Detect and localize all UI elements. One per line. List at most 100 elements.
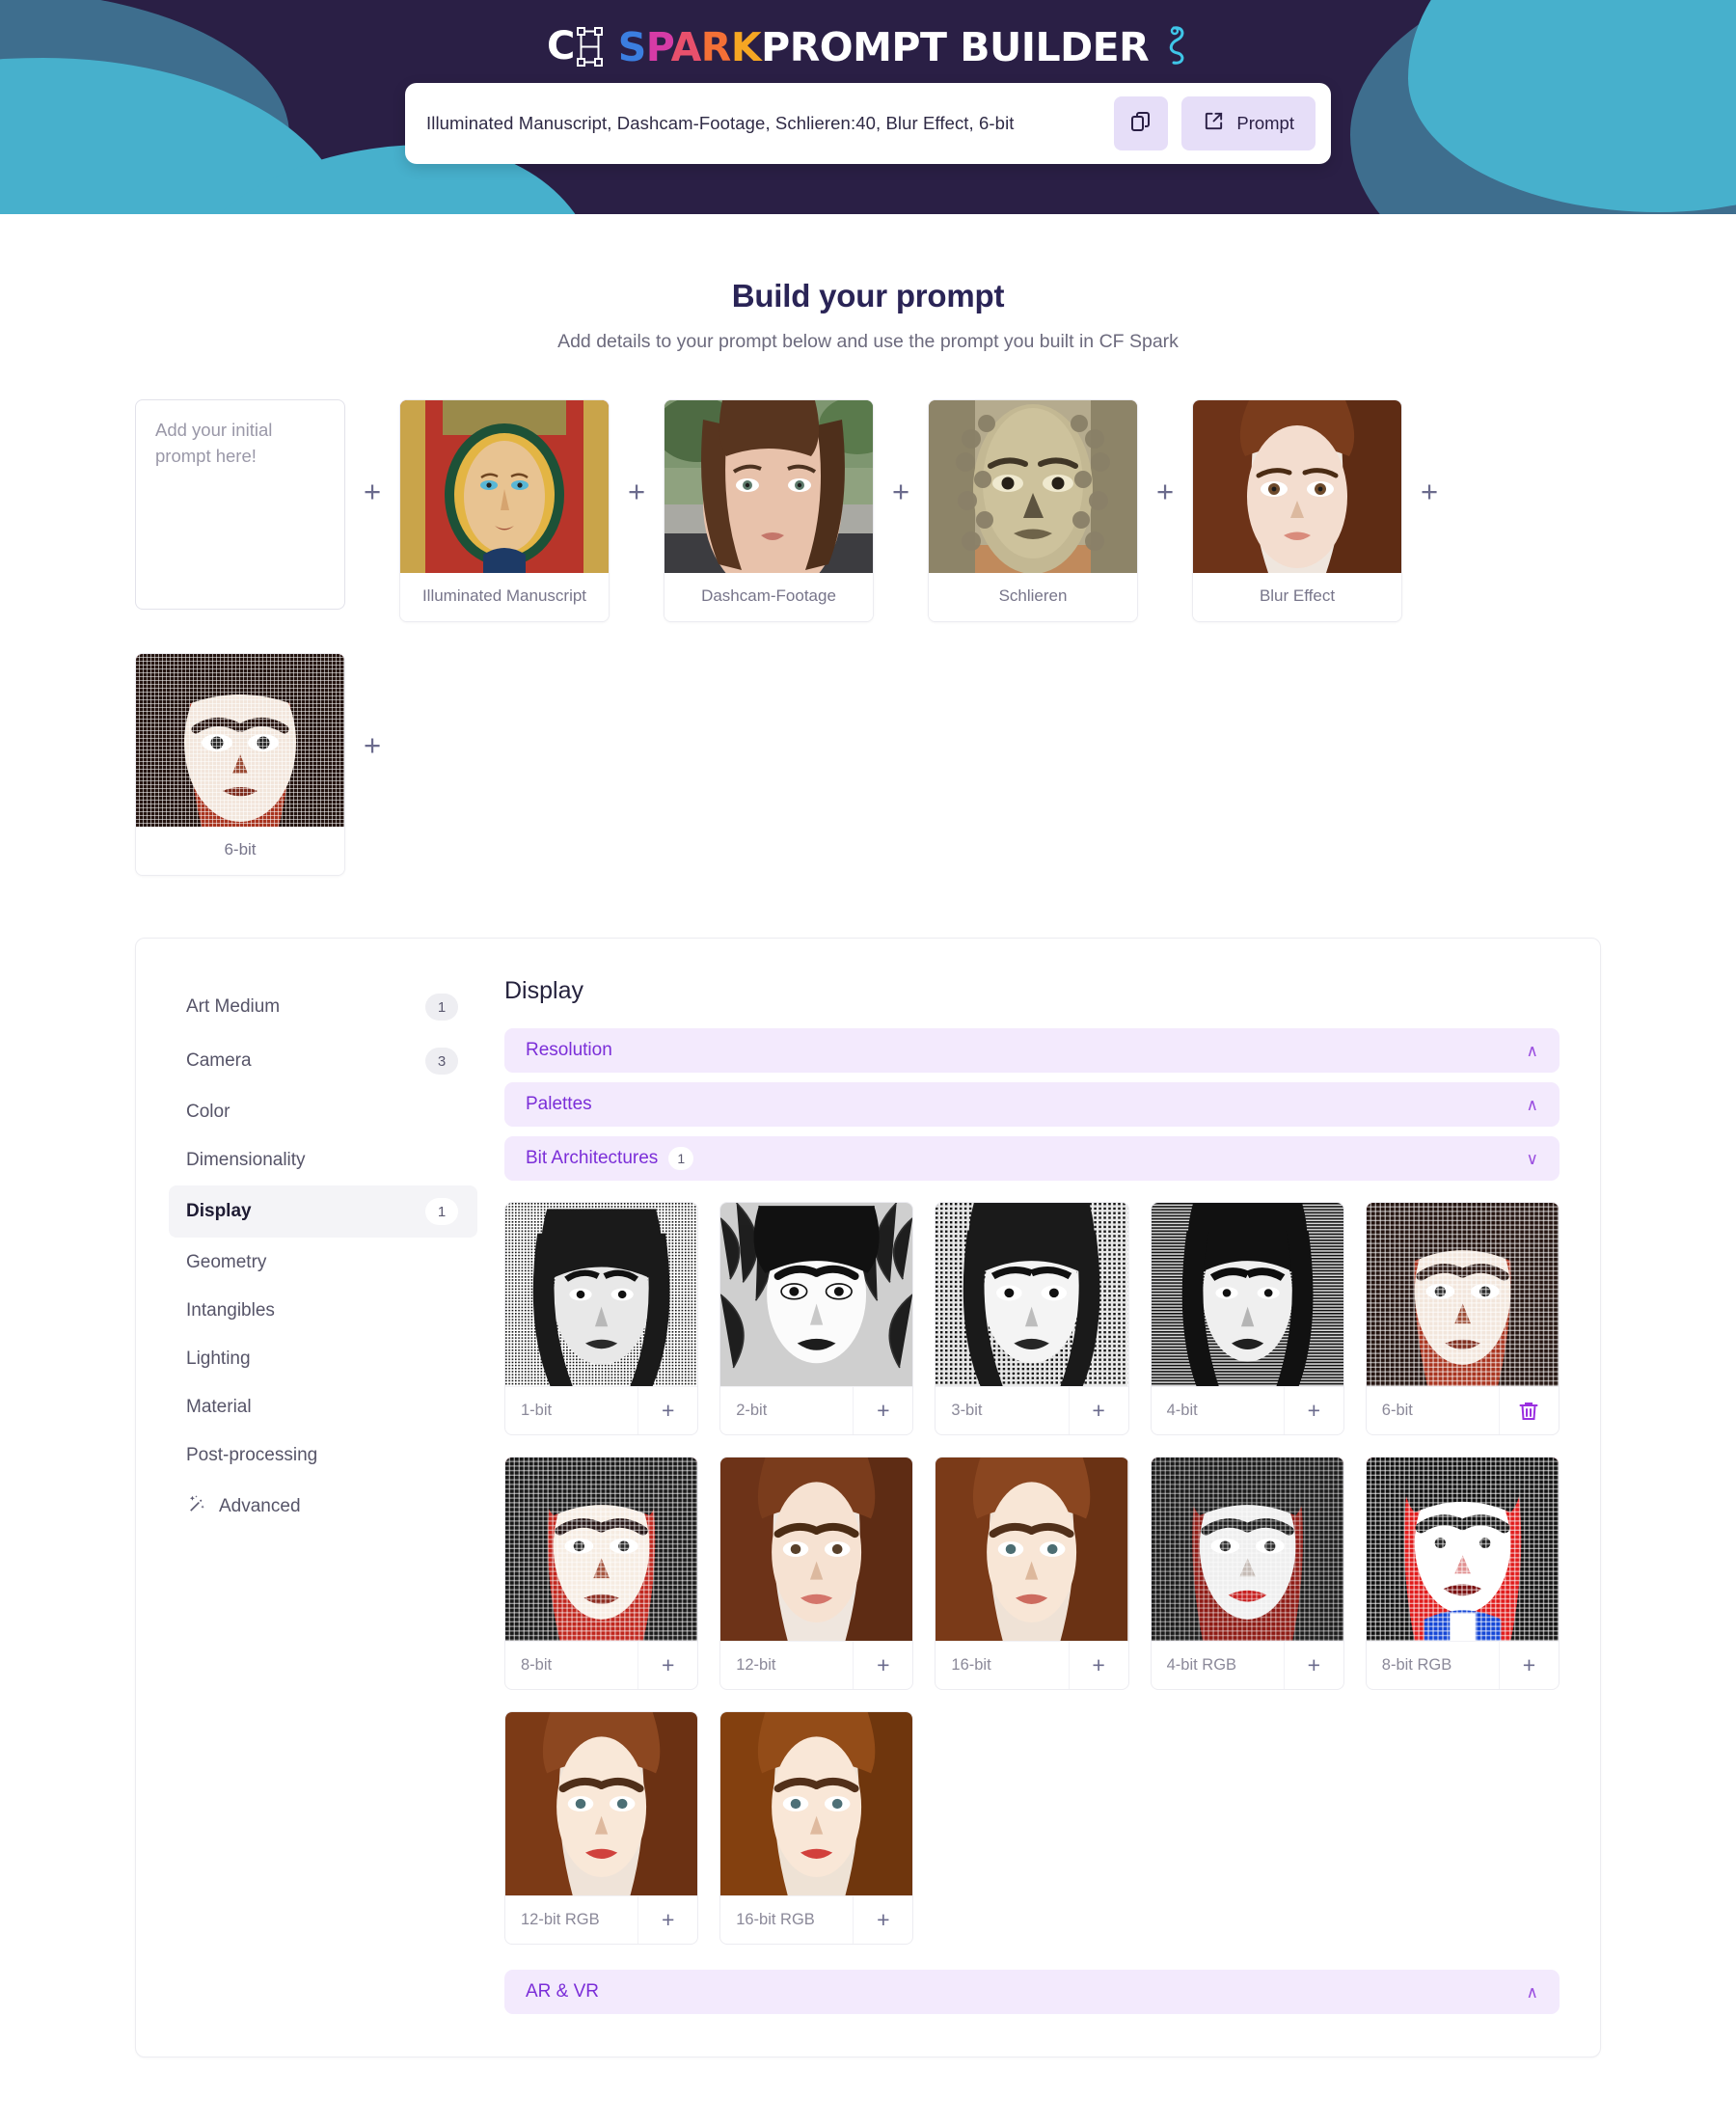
tile-2-bit[interactable]: 2-bit + bbox=[719, 1202, 914, 1435]
tile-16-bit[interactable]: 16-bit + bbox=[935, 1457, 1129, 1690]
add-tile-button-16-bit[interactable]: + bbox=[1068, 1642, 1128, 1689]
sidebar-item-lighting[interactable]: Lighting bbox=[169, 1336, 477, 1382]
tile-8-bit-rgb[interactable]: 8-bit RGB + bbox=[1365, 1457, 1560, 1690]
builder-card-item-2: Schlieren + bbox=[928, 399, 1192, 622]
dashcam-footage-thumb bbox=[665, 400, 873, 573]
sidebar-item-intangibles[interactable]: Intangibles bbox=[169, 1288, 477, 1334]
tile-label-1-bit: 1-bit bbox=[521, 1402, 553, 1419]
thumb-8-bit-rgb bbox=[1366, 1458, 1559, 1641]
six-bit-thumb bbox=[136, 654, 344, 827]
open-prompt-button[interactable]: Prompt bbox=[1181, 96, 1316, 150]
sidebar-item-art-medium[interactable]: Art Medium 1 bbox=[169, 981, 477, 1033]
bit-architectures-grid-row-1: 1-bit + 2-bit + 3-bit + 4-bit + 6-bit bbox=[504, 1202, 1560, 1435]
sidebar-item-post-processing[interactable]: Post-processing bbox=[169, 1432, 477, 1479]
builder-card-6-bit[interactable]: 6-bit bbox=[135, 653, 345, 876]
sidebar-badge-art-medium: 1 bbox=[425, 994, 458, 1021]
add-tile-button-16-bit-rgb[interactable]: + bbox=[853, 1896, 912, 1944]
tile-8-bit[interactable]: 8-bit + bbox=[504, 1457, 699, 1690]
add-tile-button-4-bit[interactable]: + bbox=[1283, 1387, 1343, 1434]
add-tile-button-8-bit-rgb[interactable]: + bbox=[1498, 1642, 1559, 1689]
sidebar-label-display: Display bbox=[186, 1201, 252, 1221]
bit-architectures-grid-row-2: 8-bit + 12-bit + 16-bit + 4-bit RGB + 8-… bbox=[504, 1457, 1560, 1690]
tile-4-bit-rgb[interactable]: 4-bit RGB + bbox=[1150, 1457, 1344, 1690]
copy-prompt-button[interactable] bbox=[1114, 96, 1169, 150]
accordion-palettes[interactable]: Palettes ∧ bbox=[504, 1082, 1560, 1127]
section-title-display: Display bbox=[504, 977, 583, 1004]
thumb-6-bit bbox=[1366, 1203, 1559, 1386]
display-attributes-content: Display Resolution ∧ Palettes ∧ Bit Arch… bbox=[477, 966, 1577, 2024]
tile-label-6-bit: 6-bit bbox=[1381, 1402, 1413, 1419]
prompt-output-bar: Illuminated Manuscript, Dashcam-Footage,… bbox=[405, 83, 1331, 164]
illuminated-manuscript-thumb bbox=[400, 400, 609, 573]
tile-16-bit-rgb[interactable]: 16-bit RGB + bbox=[719, 1711, 914, 1945]
sidebar-label-post-processing: Post-processing bbox=[186, 1445, 318, 1465]
schlieren-thumb bbox=[929, 400, 1137, 573]
add-tile-button-1-bit[interactable]: + bbox=[637, 1387, 697, 1434]
thumb-4-bit bbox=[1151, 1203, 1343, 1386]
page-subtitle: Add details to your prompt below and use… bbox=[557, 331, 1179, 352]
tile-12-bit[interactable]: 12-bit + bbox=[719, 1457, 914, 1690]
accordion-bit-architectures[interactable]: Bit Architectures 1 ∨ bbox=[504, 1136, 1560, 1181]
thumb-4-bit-rgb bbox=[1151, 1458, 1343, 1641]
tile-label-12-bit-rgb: 12-bit RGB bbox=[521, 1911, 600, 1928]
sidebar-item-camera[interactable]: Camera 3 bbox=[169, 1035, 477, 1087]
accordion-badge-bit-architectures: 1 bbox=[668, 1147, 694, 1170]
category-sidebar: Art Medium 1 Camera 3 Color Dimensionali… bbox=[159, 966, 477, 2024]
sidebar-label-color: Color bbox=[186, 1102, 231, 1122]
bit-architectures-grid-row-3: 12-bit RGB + 16-bit RGB + bbox=[504, 1711, 1560, 1945]
sidebar-item-display[interactable]: Display 1 bbox=[169, 1185, 477, 1238]
tile-4-bit[interactable]: 4-bit + bbox=[1150, 1202, 1344, 1435]
sidebar-item-dimensionality[interactable]: Dimensionality bbox=[169, 1137, 477, 1184]
accordion-label-bit-architectures: Bit Architectures bbox=[526, 1148, 659, 1168]
builder-card-item-1: Dashcam-Footage + bbox=[664, 399, 928, 622]
sidebar-label-dimensionality: Dimensionality bbox=[186, 1150, 306, 1170]
banner-bottom-edge bbox=[0, 214, 1736, 222]
sidebar-label-geometry: Geometry bbox=[186, 1252, 267, 1272]
logo-letter-p: P bbox=[645, 23, 671, 70]
thumb-2-bit bbox=[720, 1203, 913, 1386]
builder-card-illuminated-manuscript[interactable]: Illuminated Manuscript bbox=[399, 399, 610, 622]
add-tile-button-12-bit[interactable]: + bbox=[853, 1642, 912, 1689]
brand-logo[interactable]: C SPARKPROMPT BUILDER bbox=[0, 0, 1736, 69]
tile-1-bit[interactable]: 1-bit + bbox=[504, 1202, 699, 1435]
tile-12-bit-rgb[interactable]: 12-bit RGB + bbox=[504, 1711, 699, 1945]
accordion-label-ar-vr: AR & VR bbox=[526, 1981, 600, 2002]
sidebar-item-advanced[interactable]: Advanced bbox=[169, 1481, 477, 1533]
plus-separator-0: + bbox=[363, 475, 382, 508]
accordion-label-palettes: Palettes bbox=[526, 1094, 592, 1114]
external-link-icon bbox=[1203, 110, 1225, 137]
tile-6-bit[interactable]: 6-bit bbox=[1365, 1202, 1560, 1435]
plus-separator-2: + bbox=[891, 475, 910, 508]
tile-3-bit[interactable]: 3-bit + bbox=[935, 1202, 1129, 1435]
tile-label-16-bit-rgb: 16-bit RGB bbox=[736, 1911, 815, 1928]
plus-separator-5: + bbox=[363, 728, 382, 762]
builder-card-blur-effect[interactable]: Blur Effect bbox=[1192, 399, 1402, 622]
sidebar-item-material[interactable]: Material bbox=[169, 1384, 477, 1430]
accordion-ar-vr[interactable]: AR & VR ∧ bbox=[504, 1970, 1560, 2014]
builder-card-schlieren[interactable]: Schlieren bbox=[928, 399, 1138, 622]
accordion-resolution[interactable]: Resolution ∧ bbox=[504, 1028, 1560, 1073]
initial-prompt-input[interactable] bbox=[135, 399, 345, 610]
add-tile-button-3-bit[interactable]: + bbox=[1068, 1387, 1128, 1434]
svg-text:C: C bbox=[547, 24, 575, 68]
builder-card-label-3: Blur Effect bbox=[1193, 573, 1401, 621]
thumb-1-bit bbox=[505, 1203, 698, 1386]
builder-card-item-0: Illuminated Manuscript + bbox=[399, 399, 664, 622]
app-header-banner: C SPARKPROMPT BUILDER Illuminated Manusc… bbox=[0, 0, 1736, 222]
magic-wand-icon bbox=[186, 1493, 207, 1520]
add-tile-button-12-bit-rgb[interactable]: + bbox=[637, 1896, 697, 1944]
add-tile-button-2-bit[interactable]: + bbox=[853, 1387, 912, 1434]
tile-label-4-bit: 4-bit bbox=[1166, 1402, 1198, 1419]
page-heading-block: Build your prompt Add details to your pr… bbox=[0, 222, 1736, 353]
sidebar-item-color[interactable]: Color bbox=[169, 1089, 477, 1135]
remove-tile-button-6-bit[interactable] bbox=[1498, 1387, 1559, 1434]
builder-card-item-4: 6-bit + bbox=[135, 653, 399, 876]
tile-label-2-bit: 2-bit bbox=[736, 1402, 768, 1419]
logo-rest: PROMPT BUILDER bbox=[761, 23, 1150, 70]
add-tile-button-4-bit-rgb[interactable]: + bbox=[1283, 1642, 1343, 1689]
sidebar-item-geometry[interactable]: Geometry bbox=[169, 1240, 477, 1286]
add-tile-button-8-bit[interactable]: + bbox=[637, 1642, 697, 1689]
open-prompt-label: Prompt bbox=[1236, 113, 1294, 133]
builder-card-dashcam-footage[interactable]: Dashcam-Footage bbox=[664, 399, 874, 622]
chevron-up-icon-palettes: ∧ bbox=[1526, 1095, 1538, 1114]
